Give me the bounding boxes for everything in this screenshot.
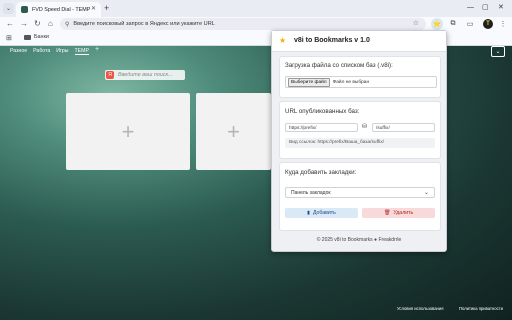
group-tabs: Разное Работа Игры TEMP xyxy=(10,48,89,55)
target-section: Куда добавить закладки: Панель закладок … xyxy=(279,162,441,231)
suffix-input[interactable]: /suffix/ xyxy=(372,123,435,132)
tab-search-icon[interactable]: ⌄ xyxy=(3,3,14,14)
tab-favicon-icon xyxy=(21,6,28,13)
trash-icon: 🗑 xyxy=(383,210,391,216)
bookmark-folder[interactable]: Банки xyxy=(24,34,49,40)
bookmark-folder-label: Банки xyxy=(34,34,49,40)
side-panel-icon[interactable]: ▭ xyxy=(465,19,475,29)
target-select[interactable]: Панель закладок ⌄ xyxy=(285,187,435,198)
popup-title: v8i to Bookmarks v 1.0 xyxy=(294,37,370,44)
add-group-button[interactable]: + xyxy=(95,46,99,53)
target-heading: Куда добавить закладки: xyxy=(285,169,357,176)
terms-link[interactable]: Условия использования xyxy=(397,306,443,311)
add-bookmarks-button[interactable]: ▮ Добавить xyxy=(285,208,358,218)
author-link[interactable]: Freakdrrle xyxy=(378,237,401,243)
folder-icon xyxy=(24,34,31,40)
extension-popup: ★ v8i to Bookmarks v 1.0 Загрузка файла … xyxy=(271,30,447,252)
profile-avatar[interactable]: T xyxy=(483,19,493,29)
upload-section: Загрузка файла со списком баз (.v8i): Вы… xyxy=(279,56,441,98)
add-button-label: Добавить xyxy=(312,210,336,216)
url-section: URL опубликованных баз: https://prefix/ … xyxy=(279,101,441,159)
popup-header: ★ v8i to Bookmarks v 1.0 xyxy=(272,31,446,52)
add-dial-tile[interactable]: + xyxy=(66,93,190,170)
menu-icon[interactable]: ⋮ xyxy=(498,19,508,29)
database-icon: ⛁ xyxy=(362,124,368,130)
new-tab-button[interactable]: + xyxy=(104,3,109,13)
tab-title: FVD Speed Dial - TEMP xyxy=(32,6,91,13)
minimize-button[interactable]: — xyxy=(467,3,474,13)
url-example: Вид ссылок: https://prefix/Ваша_база/suf… xyxy=(285,138,435,148)
copyright-text: © 2025 v8i to Bookmarks xyxy=(316,237,373,243)
extensions-icon[interactable]: ⧉ xyxy=(448,19,458,29)
star-icon: ★ xyxy=(279,36,287,45)
omnibox[interactable]: ⚲ Введите поисковый запрос в Яндекс или … xyxy=(60,18,426,30)
choose-file-button[interactable]: Выберите файл xyxy=(288,77,330,87)
apps-grid-icon[interactable]: ⊞ xyxy=(6,34,12,42)
search-engine-icon: Я xyxy=(106,71,114,79)
chevron-down-icon: ⌄ xyxy=(423,190,429,196)
url-heading: URL опубликованных баз: xyxy=(285,108,360,115)
privacy-link[interactable]: Политика приватности xyxy=(459,306,503,311)
omnibox-placeholder: Введите поисковый запрос в Яндекс или ук… xyxy=(73,21,215,27)
popup-footer: © 2025 v8i to Bookmarks ● Freakdrrle xyxy=(272,237,446,243)
bookmark-star-icon[interactable]: ☆ xyxy=(413,19,419,27)
group-tab-misc[interactable]: Разное xyxy=(10,48,27,55)
tab-fvd-speed-dial[interactable]: FVD Speed Dial - TEMP ✕ xyxy=(16,2,101,17)
tab-close-icon[interactable]: ✕ xyxy=(91,5,96,12)
search-icon: ⚲ xyxy=(65,21,70,28)
home-icon[interactable]: ⌂ xyxy=(48,19,53,29)
v8i-extension-icon[interactable]: ⭐ xyxy=(431,18,443,30)
add-dial-tile[interactable]: + xyxy=(196,93,271,170)
delete-bookmarks-button[interactable]: 🗑 Удалить xyxy=(362,208,435,218)
target-select-value: Панель закладок xyxy=(291,190,331,196)
forward-icon[interactable]: → xyxy=(20,19,28,29)
delete-button-label: Удалить xyxy=(393,210,414,216)
github-icon: ● xyxy=(374,237,378,243)
file-status: Файл не выбран xyxy=(332,79,370,85)
page-search-placeholder: Введите ваш поиск... xyxy=(118,72,173,78)
prefix-input[interactable]: https://prefix/ xyxy=(285,123,358,132)
file-input[interactable]: Выберите файл Файл не выбран xyxy=(285,76,437,88)
close-window-button[interactable]: ✕ xyxy=(498,3,504,13)
chevron-down-icon[interactable]: ⌄ xyxy=(491,46,505,57)
page-search-input[interactable]: Я Введите ваш поиск... xyxy=(105,70,185,80)
back-icon[interactable]: ← xyxy=(6,19,14,29)
bookmark-icon: ▮ xyxy=(307,210,310,216)
upload-heading: Загрузка файла со списком баз (.v8i): xyxy=(285,62,393,69)
group-tab-work[interactable]: Работа xyxy=(33,48,50,55)
reload-icon[interactable]: ↻ xyxy=(34,19,41,29)
group-tab-temp[interactable]: TEMP xyxy=(74,48,89,55)
maximize-button[interactable]: ▢ xyxy=(482,3,489,13)
group-tab-games[interactable]: Игры xyxy=(56,48,68,55)
